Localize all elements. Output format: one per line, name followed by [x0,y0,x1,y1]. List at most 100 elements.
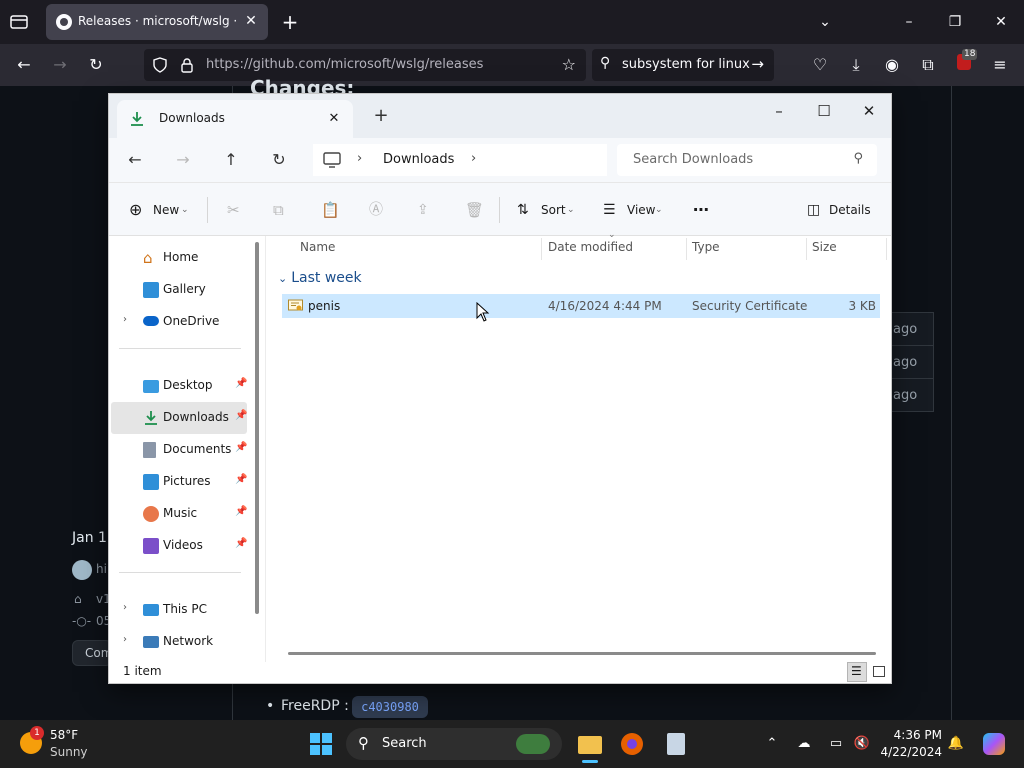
taskbar-search[interactable]: ⚲ Search [346,728,562,760]
account-icon[interactable]: ◉ [880,53,904,77]
pin-icon[interactable]: 📌 [235,538,247,549]
column-divider[interactable] [541,238,542,260]
url-bar[interactable]: https://github.com/microsoft/wslg/releas… [144,49,586,81]
extensions-icon[interactable]: ⧉ [916,53,940,77]
close-tab-icon[interactable]: ✕ [325,110,343,128]
author-name[interactable]: hi [96,562,107,576]
pin-icon[interactable]: 📌 [235,378,247,389]
tiles-view-button[interactable] [869,662,889,682]
pocket-icon[interactable]: ♡ [808,53,832,77]
column-header-size[interactable]: Size [812,240,837,254]
sidebar-scrollbar[interactable] [255,242,259,614]
notification-bell-icon[interactable]: 🔔 [946,734,966,754]
new-tab-button[interactable]: + [280,12,300,32]
chevron-right-icon[interactable]: › [123,634,127,645]
sidebar-item-gallery[interactable]: Gallery [111,274,247,306]
network-icon [143,636,159,648]
new-button[interactable]: ⊕ New ⌄ [129,197,193,223]
firefox-icon[interactable] [618,730,646,758]
explorer-new-tab-button[interactable]: + [371,106,391,126]
chevron-right-icon[interactable]: › [471,151,476,166]
tag-icon: ⌂ [74,592,82,606]
volume-muted-icon[interactable]: 🔇 [852,734,872,754]
sidebar-item-documents[interactable]: Documents 📌 [111,434,247,466]
menu-icon[interactable]: ≡ [988,53,1012,77]
column-divider[interactable] [886,238,887,260]
column-divider[interactable] [806,238,807,260]
rename-icon: Ⓐ [369,202,383,218]
clock-date[interactable]: 4/22/2024 [870,745,942,759]
weather-temp[interactable]: 58°F [50,728,78,742]
sidebar-item-desktop[interactable]: Desktop 📌 [111,370,247,402]
view-button[interactable]: ☰ View ⌄ [603,197,667,223]
search-downloads-input[interactable]: Search Downloads ⚲ [617,144,877,176]
group-header[interactable]: ⌄ Last week [278,270,362,286]
search-suggestion-pill[interactable]: ⚲ subsystem for linux → [592,49,774,81]
reload-icon[interactable]: ↻ [84,53,108,77]
table-row[interactable]: penis 4/16/2024 4:44 PM Security Certifi… [282,294,880,318]
more-options-icon[interactable]: ⋯ [693,197,713,223]
divider [119,348,241,349]
weather-condition[interactable]: Sunny [50,745,88,759]
up-arrow-icon[interactable]: ↑ [219,148,243,172]
explorer-tab-downloads[interactable]: Downloads ✕ [117,100,353,138]
column-header-date[interactable]: Date modified [548,240,633,254]
sidebar-item-music[interactable]: Music 📌 [111,498,247,530]
sidebar-item-downloads[interactable]: Downloads 📌 [111,402,247,434]
close-tab-icon[interactable]: ✕ [242,12,260,30]
back-arrow-icon[interactable]: ← [123,148,147,172]
bookmark-star-icon[interactable]: ☆ [562,55,576,74]
downloads-icon[interactable]: ⤓ [844,53,868,77]
pin-icon[interactable]: 📌 [235,506,247,517]
pin-icon[interactable]: 📌 [235,442,247,453]
show-hidden-icons-button[interactable]: ⌃ [762,734,782,754]
sidebar-item-this-pc[interactable]: › This PC [111,594,247,626]
pin-icon[interactable]: 📌 [235,474,247,485]
breadcrumb[interactable]: › Downloads › [313,144,607,176]
sidebar-item-network[interactable]: › Network [111,626,247,658]
windows-start-button[interactable] [307,730,335,758]
ublock-icon[interactable]: 18 [952,49,978,77]
browser-tab-active[interactable]: Releases · microsoft/wslg · GitHub ✕ [46,4,268,40]
go-arrow-icon[interactable]: → [751,55,764,73]
refresh-icon[interactable]: ↻ [267,148,291,172]
details-button[interactable]: ◫ Details [807,197,871,223]
freerdp-commit-link[interactable]: c4030980 [352,696,428,718]
sidebar-item-home[interactable]: ⌂ Home [111,242,247,274]
sidebar-item-onedrive[interactable]: › OneDrive [111,306,247,338]
column-divider[interactable] [686,238,687,260]
column-header-name[interactable]: Name [300,240,335,254]
bullet: • [266,698,275,714]
back-arrow-icon[interactable]: ← [12,53,36,77]
file-list: Name ⌄ Date modified Type Size ⌄ Last wee… [265,230,891,662]
close-button[interactable]: ✕ [849,98,889,124]
tab-list-icon [10,15,28,29]
copilot-icon[interactable] [980,730,1008,758]
details-view-button[interactable]: ☰ [847,662,867,682]
sidebar-item-videos[interactable]: Videos 📌 [111,530,247,562]
chevron-right-icon[interactable]: › [123,314,127,325]
compare-button[interactable]: Com [72,640,112,666]
minimize-button[interactable]: – [759,98,799,124]
file-explorer-taskbar-icon[interactable] [576,730,604,763]
browser-close-button[interactable]: ✕ [986,10,1016,34]
breadcrumb-downloads[interactable]: Downloads [383,152,454,167]
notepad-icon[interactable] [662,730,690,758]
onedrive-status-icon[interactable]: ☁ [794,734,814,754]
clock-time[interactable]: 4:36 PM [880,728,942,742]
chevron-down-icon: ⌄ [567,205,575,215]
pin-icon[interactable]: 📌 [235,410,247,421]
display-icon[interactable]: ▭ [826,734,846,754]
sort-button[interactable]: ⇅ Sort ⌄ [517,197,579,223]
sidebar-item-pictures[interactable]: Pictures 📌 [111,466,247,498]
list-all-tabs-icon[interactable]: ⌄ [810,10,840,34]
browser-minimize-button[interactable]: – [894,10,924,34]
tab-list-button[interactable] [8,12,30,32]
horizontal-scrollbar[interactable] [288,652,876,655]
download-arrow-icon [145,411,157,425]
maximize-button[interactable]: ☐ [804,98,844,124]
column-header-type[interactable]: Type [692,240,720,254]
browser-restore-button[interactable]: ❐ [940,10,970,34]
chevron-right-icon[interactable]: › [123,602,127,613]
sort-indicator-icon: ⌄ [608,230,616,240]
